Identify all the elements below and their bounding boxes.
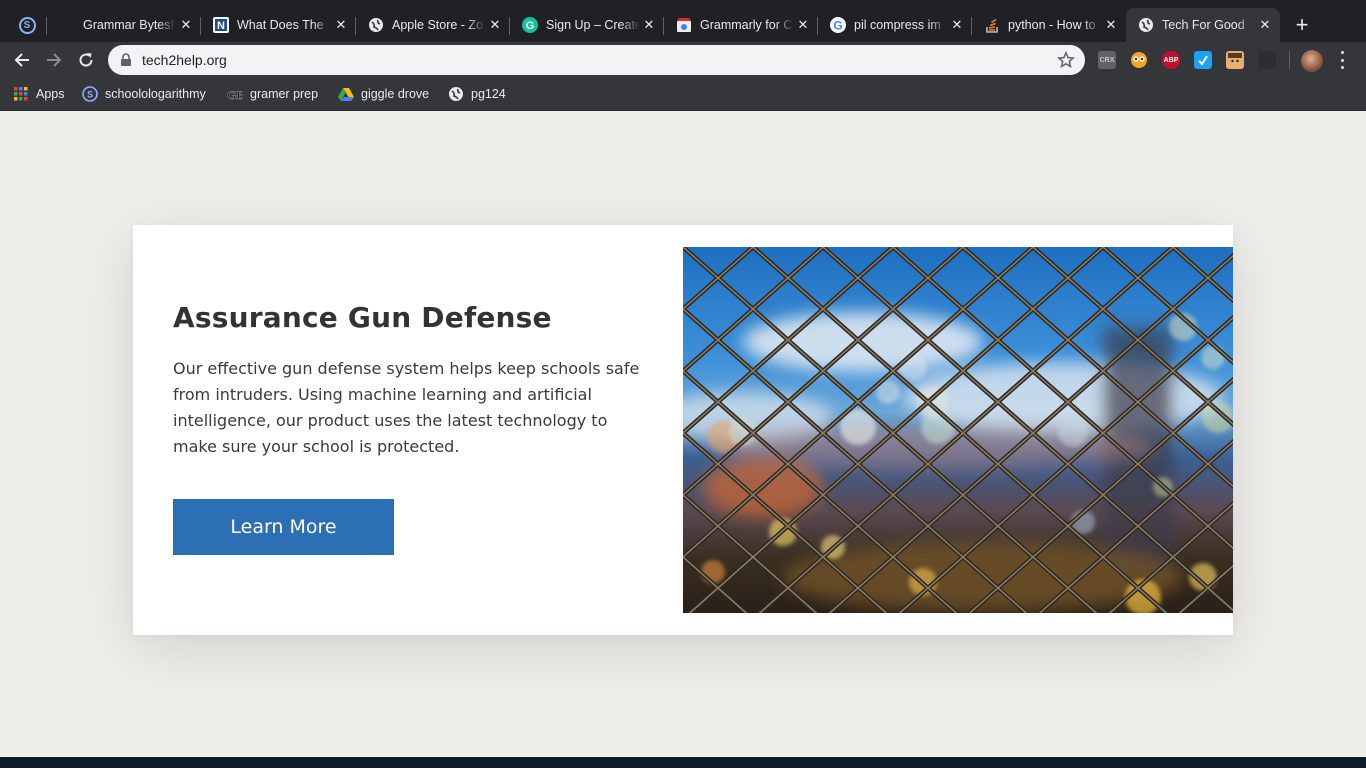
s-circle-icon: S (82, 86, 98, 102)
bookmark-gramer-prep[interactable]: GB gramer prep (227, 85, 318, 103)
stackoverflow-icon (984, 17, 1000, 33)
toolbar-divider (1289, 51, 1290, 69)
globe-icon (1138, 17, 1154, 33)
learn-more-button[interactable]: Learn More (173, 499, 394, 555)
chrome-store-icon (676, 17, 692, 33)
tab-title: Grammar Bytes! (83, 18, 174, 32)
bookmark-label: pg124 (471, 87, 506, 101)
svg-text:G: G (833, 19, 842, 33)
forward-button[interactable] (41, 47, 67, 73)
tab-grammar-bytes[interactable]: Grammar Bytes! ✕ (47, 8, 201, 42)
tab-python-how-to[interactable]: python - How to ✕ (972, 8, 1126, 42)
bookmark-label: giggle drove (361, 87, 430, 101)
svg-text:S: S (87, 90, 93, 100)
lock-icon[interactable] (120, 53, 132, 72)
address-bar[interactable]: tech2help.org (108, 45, 1085, 75)
fence-image (683, 247, 1233, 613)
adblock-plus-icon[interactable]: ABP (1162, 51, 1180, 69)
svg-text:G: G (526, 20, 535, 32)
s-circle-icon: S (18, 16, 36, 34)
tab-pil-compress[interactable]: G pil compress im ✕ (818, 8, 972, 42)
product-heading: Assurance Gun Defense (173, 301, 552, 334)
owl-extension-icon[interactable] (1130, 51, 1148, 69)
tab-title: What Does The (237, 18, 324, 32)
tab-title: Tech For Good (1162, 18, 1245, 32)
back-arrow-icon (14, 53, 29, 67)
close-tab-icon[interactable]: ✕ (794, 16, 812, 34)
bookmarks-bar: Apps S schoolologarithmy GB gramer prep … (0, 78, 1366, 111)
bookmark-pg124[interactable]: pg124 (448, 85, 506, 103)
bookmark-label: Apps (36, 87, 65, 101)
tab-title: python - How to (1008, 18, 1096, 32)
close-tab-icon[interactable]: ✕ (177, 16, 195, 34)
bookmark-label: schoolologarithmy (105, 87, 206, 101)
product-description: Our effective gun defense system helps k… (173, 359, 640, 456)
footer-strip (0, 757, 1366, 768)
close-tab-icon[interactable]: ✕ (640, 16, 658, 34)
close-tab-icon[interactable]: ✕ (1256, 16, 1274, 34)
tab-title: Grammarly for C (700, 18, 793, 32)
bookmark-apps[interactable]: Apps (13, 85, 65, 103)
bookmark-giggle-drove[interactable]: giggle drove (338, 85, 429, 103)
back-button[interactable] (9, 47, 35, 73)
svg-text:GB: GB (227, 88, 243, 102)
tab-strip: S Grammar Bytes! ✕ N What Does The ✕ App… (0, 0, 1366, 42)
google-drive-icon (338, 86, 354, 102)
close-tab-icon[interactable]: ✕ (1102, 16, 1120, 34)
globe-icon (448, 86, 464, 102)
pinned-tab-schoology[interactable]: S (10, 10, 44, 40)
google-g-icon: G (830, 17, 846, 33)
globe-icon (368, 17, 384, 33)
blue-extension-icon[interactable] (1194, 51, 1212, 69)
tab-sign-up[interactable]: G Sign Up – Create ✕ (510, 8, 664, 42)
gb-logo-icon: GB (227, 86, 243, 102)
reload-button[interactable] (73, 47, 99, 73)
blank-page-icon (59, 17, 75, 33)
tab-title: pil compress im (854, 18, 941, 32)
grammarly-g-icon: G (522, 17, 538, 33)
page-content: Assurance Gun Defense Our effective gun … (0, 111, 1366, 757)
tab-title: Sign Up – Create (546, 18, 640, 32)
reload-icon (79, 53, 93, 67)
tab-what-does-the[interactable]: N What Does The ✕ (201, 8, 356, 42)
dark-extension-icon[interactable] (1258, 51, 1276, 69)
apps-grid-icon (13, 86, 29, 102)
svg-text:N: N (217, 20, 225, 32)
kebab-menu-icon[interactable] (1336, 51, 1348, 69)
new-tab-button[interactable]: + (1290, 12, 1314, 37)
tab-title: Apple Store - Zo (392, 18, 484, 32)
forward-arrow-icon (47, 53, 62, 67)
url-text[interactable]: tech2help.org (142, 52, 227, 68)
product-card: Assurance Gun Defense Our effective gun … (133, 225, 1233, 635)
chain-link-fence-photo (683, 247, 1233, 613)
n-logo-icon: N (213, 17, 229, 33)
face-extension-icon[interactable] (1226, 51, 1244, 69)
profile-avatar[interactable] (1301, 50, 1323, 72)
bookmark-label: gramer prep (250, 87, 319, 101)
close-tab-icon[interactable]: ✕ (332, 16, 350, 34)
bookmark-schoolologarithmy[interactable]: S schoolologarithmy (82, 85, 206, 103)
crx-extension-icon[interactable]: CRX (1098, 51, 1116, 69)
browser-toolbar: tech2help.org CRX ABP (0, 42, 1366, 78)
close-tab-icon[interactable]: ✕ (948, 16, 966, 34)
tab-tech-for-good[interactable]: Tech For Good ✕ (1126, 8, 1280, 42)
close-tab-icon[interactable]: ✕ (486, 16, 504, 34)
tab-apple-store[interactable]: Apple Store - Zo ✕ (356, 8, 510, 42)
tab-grammarly-for-chrome[interactable]: Grammarly for C ✕ (664, 8, 818, 42)
bookmark-star-icon[interactable] (1056, 50, 1076, 74)
